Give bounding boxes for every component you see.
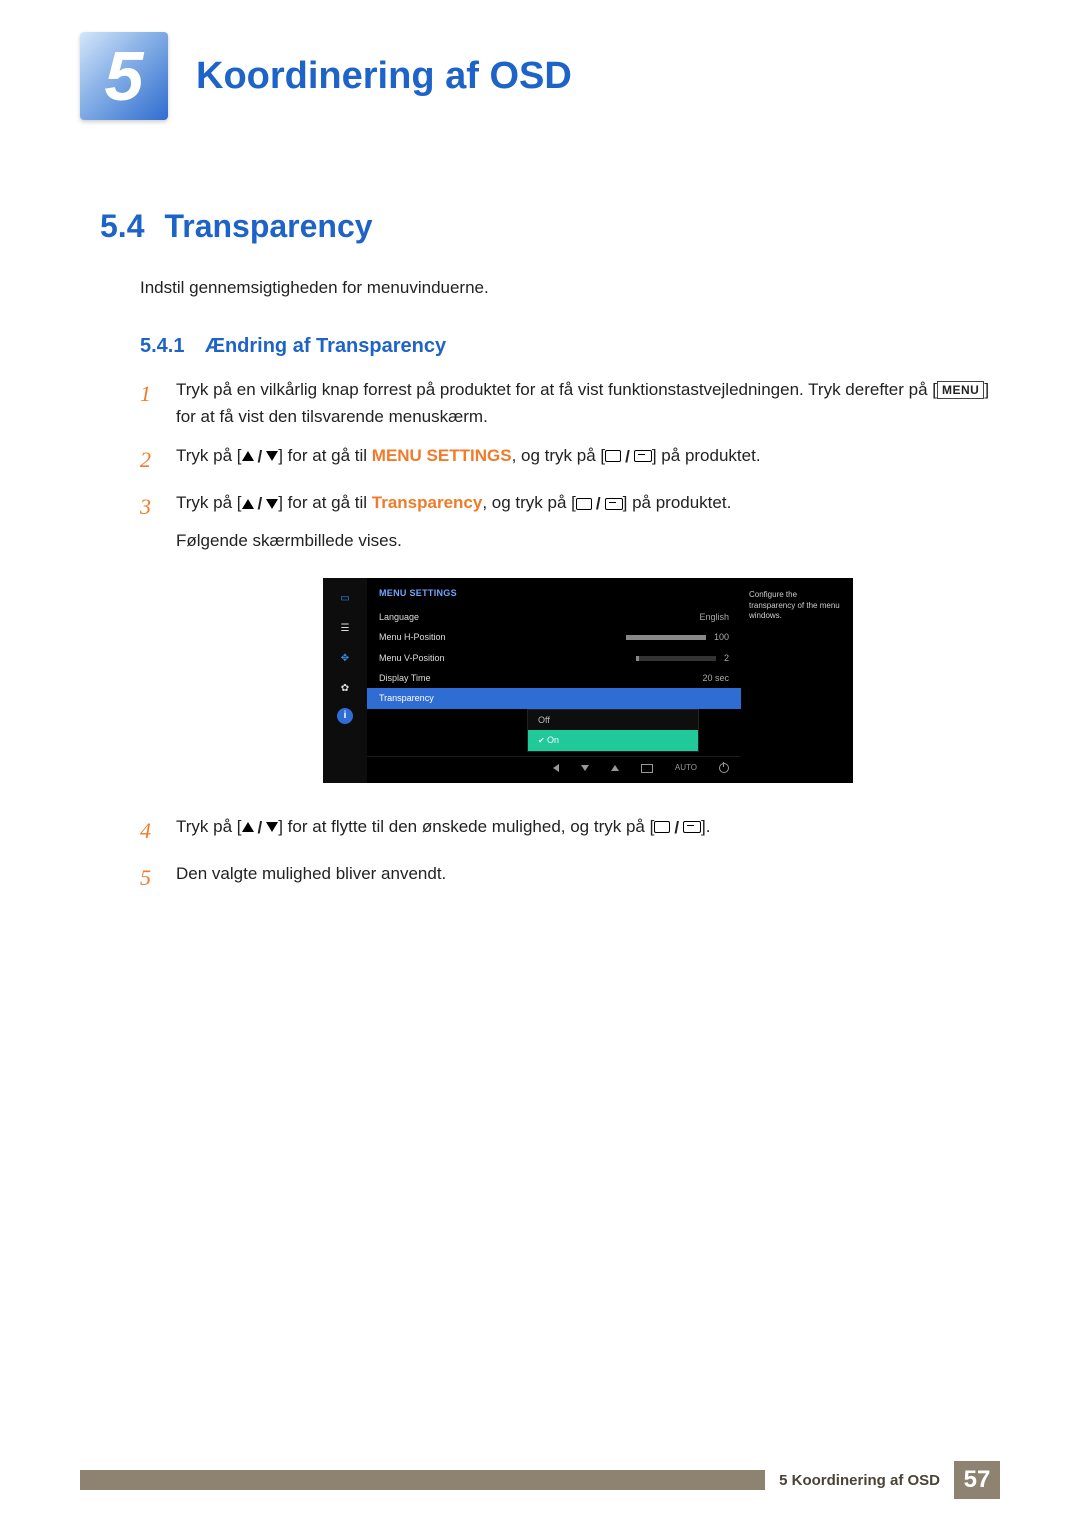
osd-footer: AUTO <box>367 756 741 783</box>
step-text: Tryk på [/] for at gå til MENU SETTINGS,… <box>176 442 1000 477</box>
triangle-down-icon <box>266 822 278 832</box>
chapter-title: Koordinering af OSD <box>196 55 572 98</box>
triangle-up-icon <box>242 822 254 832</box>
nav-power-icon <box>719 762 729 775</box>
footer-label: 5 Koordinering af OSD <box>765 1472 954 1489</box>
chapter-number-badge: 5 <box>80 32 168 120</box>
gear-icon: ✿ <box>331 678 359 700</box>
info-icon: i <box>337 708 353 724</box>
step-4: 4 Tryk på [/] for at flytte til den ønsk… <box>140 813 1000 848</box>
section-header: 5.4 Transparency <box>100 208 1000 245</box>
osd-screenshot: ▭ ☰ ✥ ✿ i MENU SETTINGS LanguageEnglish … <box>323 578 853 782</box>
step-number: 3 <box>140 489 158 801</box>
up-down-icon: / <box>242 443 279 470</box>
triangle-up-icon <box>242 499 254 509</box>
nav-left-icon <box>553 762 559 775</box>
subsection-number: 5.4.1 <box>140 335 184 357</box>
nav-enter-icon <box>641 762 653 775</box>
osd-row-vpos: Menu V-Position2 <box>367 648 741 668</box>
osd-hint: Configure the transparency of the menu w… <box>741 578 853 782</box>
return-icon <box>605 498 623 510</box>
page-footer: 5 Koordinering af OSD 57 <box>80 1461 1000 1499</box>
option-off: Off <box>528 710 698 730</box>
select-icon <box>605 450 621 462</box>
step-text: Tryk på [/] for at flytte til den ønsked… <box>176 813 1000 848</box>
step-text: Den valgte mulighed bliver anvendt. <box>176 860 1000 895</box>
triangle-down-icon <box>266 451 278 461</box>
step-text: Tryk på en vilkårlig knap forrest på pro… <box>176 376 1000 430</box>
select-return-icon: / <box>654 814 701 841</box>
step-text: Tryk på [/] for at gå til Transparency, … <box>176 489 1000 801</box>
triangle-down-icon <box>266 499 278 509</box>
step-number: 5 <box>140 860 158 895</box>
osd-row-transparency: Transparency <box>367 688 741 708</box>
section-title: Transparency <box>164 208 372 244</box>
slider-icon <box>636 656 716 661</box>
menu-key-icon: MENU <box>937 381 984 399</box>
osd-title: MENU SETTINGS <box>367 586 741 606</box>
return-icon <box>683 821 701 833</box>
step-number: 2 <box>140 442 158 477</box>
step-3: 3 Tryk på [/] for at gå til Transparency… <box>140 489 1000 801</box>
up-down-icon: / <box>242 814 279 841</box>
osd-main-panel: MENU SETTINGS LanguageEnglish Menu H-Pos… <box>367 578 741 782</box>
step-5: 5 Den valgte mulighed bliver anvendt. <box>140 860 1000 895</box>
monitor-icon: ▭ <box>331 588 359 610</box>
subsection-header: 5.4.1 Ændring af Transparency <box>140 335 1000 358</box>
nav-up-icon <box>611 762 619 775</box>
slider-icon <box>626 635 706 640</box>
step-1: 1 Tryk på en vilkårlig knap forrest på p… <box>140 376 1000 430</box>
procedure-steps: 1 Tryk på en vilkårlig knap forrest på p… <box>140 376 1000 896</box>
select-return-icon: / <box>576 490 623 517</box>
step-2: 2 Tryk på [/] for at gå til MENU SETTING… <box>140 442 1000 477</box>
subsection-title: Ændring af Transparency <box>205 335 446 357</box>
return-icon <box>634 450 652 462</box>
section-intro: Indstil gennemsigtigheden for menuvindue… <box>140 275 1000 301</box>
step-number: 1 <box>140 376 158 430</box>
nav-auto: AUTO <box>675 762 697 775</box>
section-number: 5.4 <box>100 208 160 245</box>
chapter-number: 5 <box>105 36 144 116</box>
select-icon <box>576 498 592 510</box>
position-icon: ✥ <box>331 648 359 670</box>
osd-row-displaytime: Display Time20 sec <box>367 668 741 688</box>
option-on: On <box>528 730 698 751</box>
select-return-icon: / <box>605 443 652 470</box>
select-icon <box>654 821 670 833</box>
nav-down-icon <box>581 762 589 775</box>
osd-row-hpos: Menu H-Position100 <box>367 627 741 647</box>
triangle-up-icon <box>242 451 254 461</box>
footer-bar <box>80 1470 765 1490</box>
following-note: Følgende skærmbillede vises. <box>176 527 1000 554</box>
chapter-header: 5 Koordinering af OSD <box>80 32 1000 120</box>
up-down-icon: / <box>242 490 279 517</box>
footer-page-number: 57 <box>954 1461 1000 1499</box>
menu-settings-label: MENU SETTINGS <box>372 446 512 465</box>
osd-nav-icons: ▭ ☰ ✥ ✿ i <box>323 578 367 782</box>
list-icon: ☰ <box>331 618 359 640</box>
osd-dropdown: Off On <box>527 709 699 752</box>
osd-row-language: LanguageEnglish <box>367 607 741 627</box>
manual-page: 5 Koordinering af OSD 5.4 Transparency I… <box>0 0 1080 1527</box>
step-number: 4 <box>140 813 158 848</box>
transparency-label: Transparency <box>372 493 483 512</box>
